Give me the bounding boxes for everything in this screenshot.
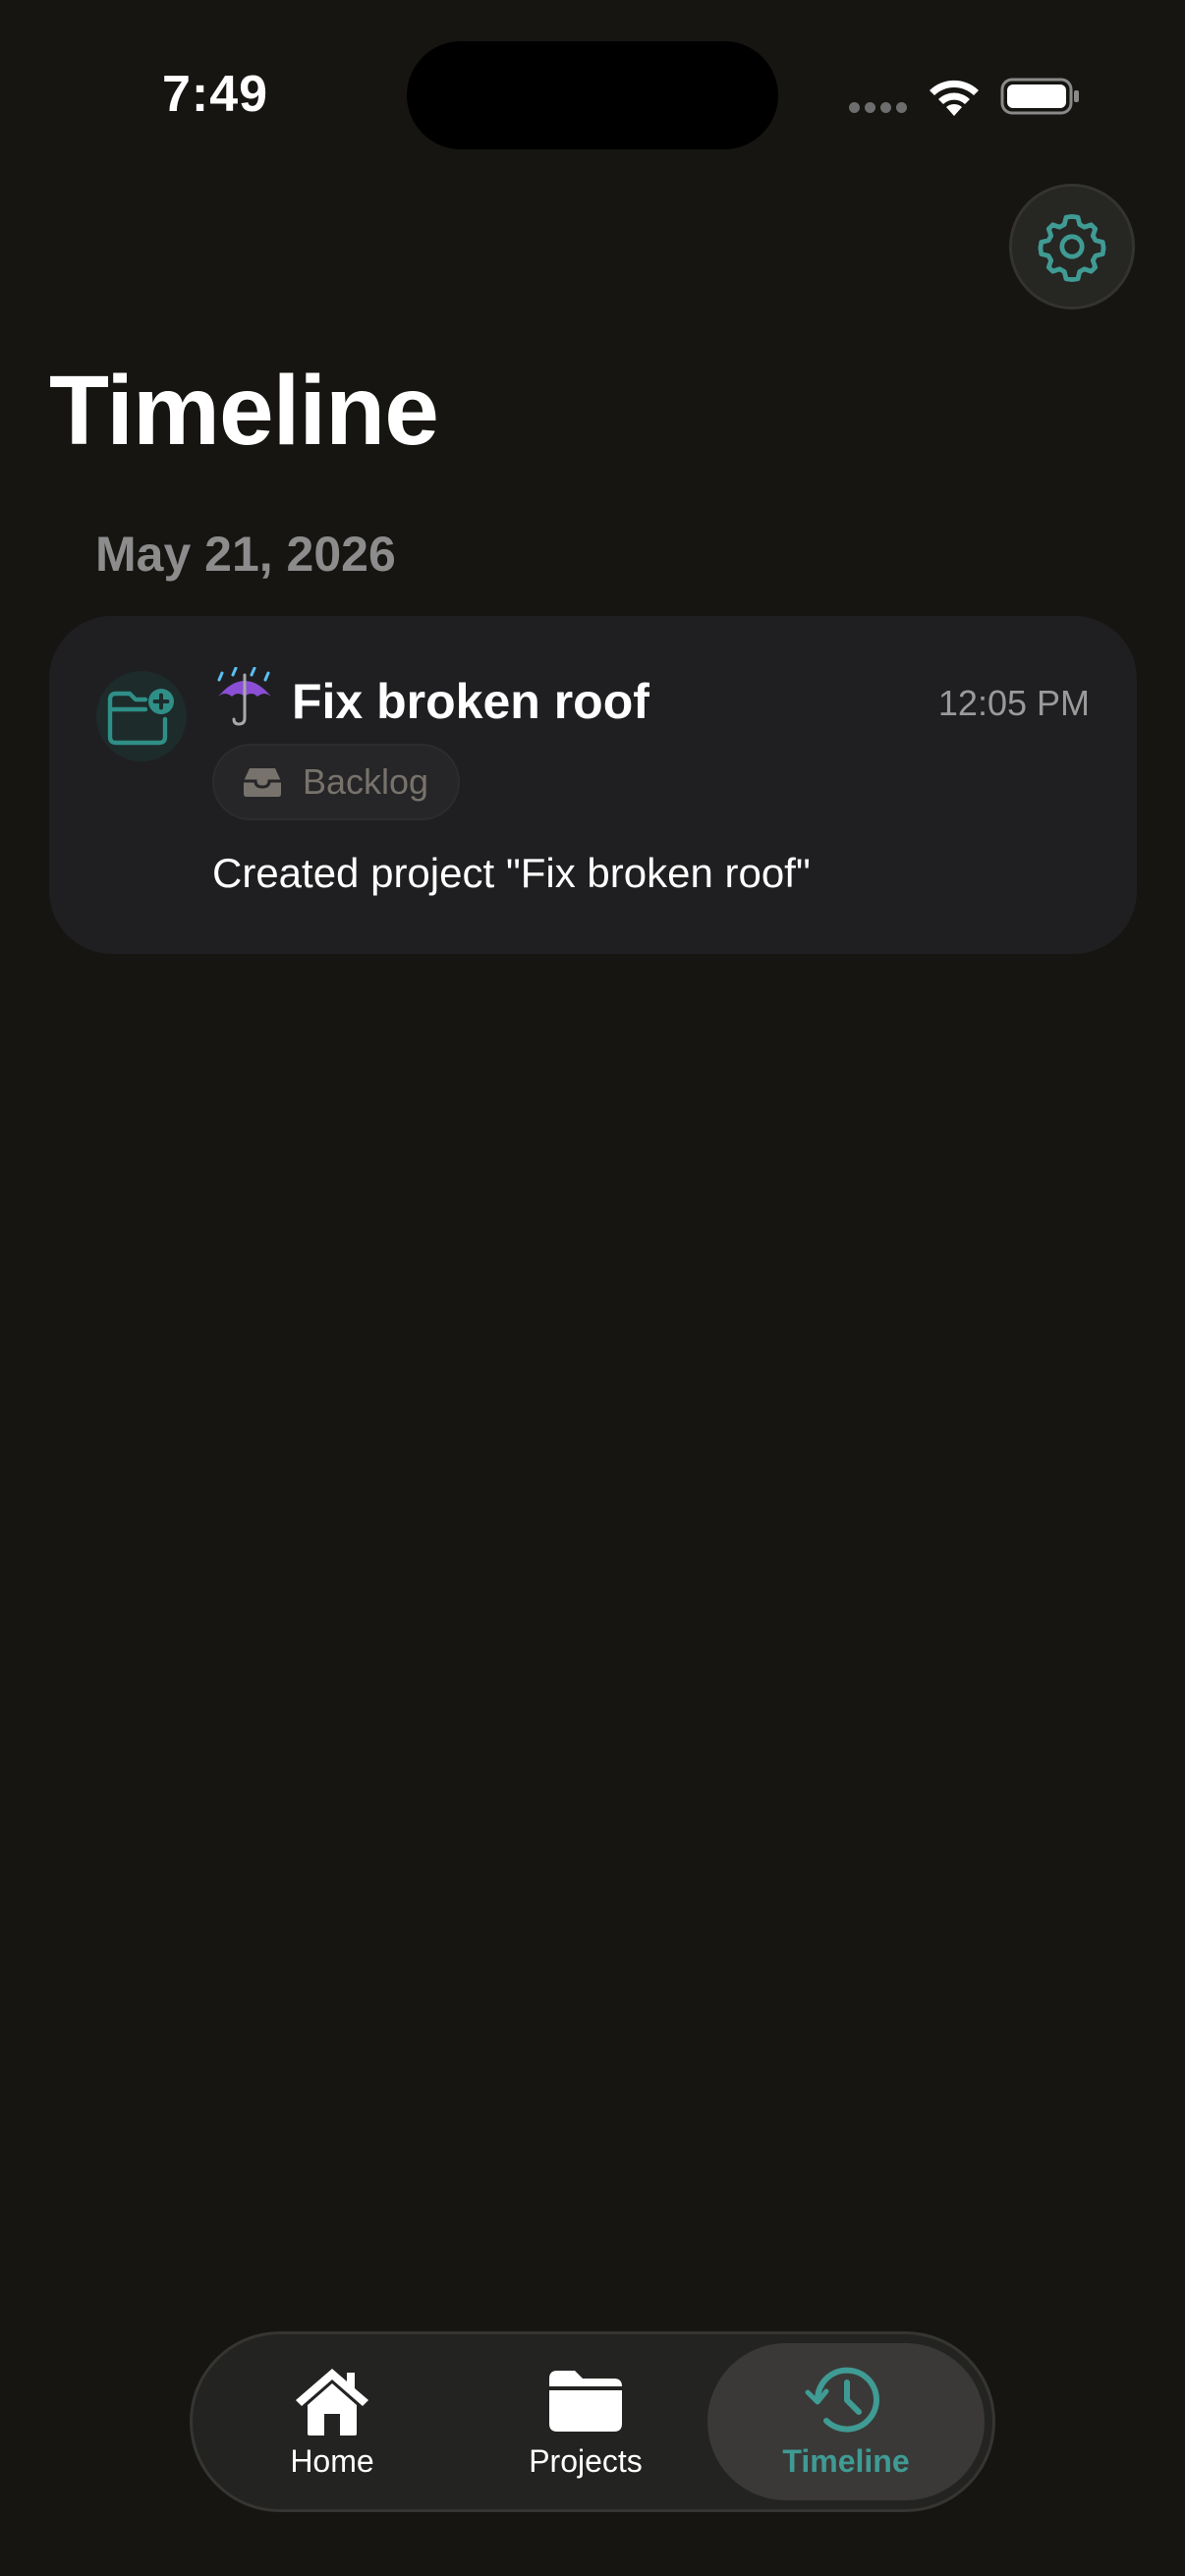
settings-button[interactable] bbox=[1009, 184, 1135, 309]
status-bar-time: 7:49 bbox=[162, 66, 269, 123]
folder-plus-icon bbox=[107, 689, 174, 746]
house-icon bbox=[296, 2369, 368, 2436]
timeline-entry-card[interactable]: Fix broken roof 12:05 PM Backlog Created… bbox=[49, 616, 1137, 954]
entry-time: 12:05 PM bbox=[937, 683, 1090, 723]
tab-timeline-label: Timeline bbox=[782, 2443, 910, 2479]
gear-icon bbox=[1038, 214, 1106, 282]
entry-description: Created project "Fix broken roof" bbox=[212, 850, 811, 896]
entry-type-badge bbox=[96, 671, 187, 761]
tab-bar: Home Projects Timeline bbox=[190, 2331, 995, 2512]
battery-icon bbox=[1000, 78, 1079, 115]
entry-title: Fix broken roof bbox=[292, 674, 649, 729]
tab-home-label: Home bbox=[290, 2443, 374, 2479]
umbrella-with-rain-icon bbox=[217, 667, 271, 726]
tab-timeline[interactable]: Timeline bbox=[707, 2343, 985, 2500]
status-badge-label: Backlog bbox=[303, 761, 429, 802]
section-date-header: May 21, 2026 bbox=[95, 527, 396, 582]
clock-history-icon bbox=[805, 2367, 879, 2433]
tab-home[interactable]: Home bbox=[229, 2343, 435, 2500]
folder-icon bbox=[549, 2371, 622, 2432]
timeline-screen: 7:49 Timeline May 21, 2026 Fix broken ro… bbox=[0, 0, 1185, 2576]
status-badge: Backlog bbox=[212, 744, 461, 820]
cellular-signal-icon bbox=[849, 102, 908, 116]
tab-projects-label: Projects bbox=[529, 2443, 643, 2479]
tab-projects[interactable]: Projects bbox=[482, 2343, 689, 2500]
wifi-icon bbox=[930, 80, 979, 116]
dynamic-island bbox=[407, 41, 778, 149]
page-title: Timeline bbox=[49, 356, 439, 466]
inbox-tray-icon bbox=[244, 768, 281, 797]
